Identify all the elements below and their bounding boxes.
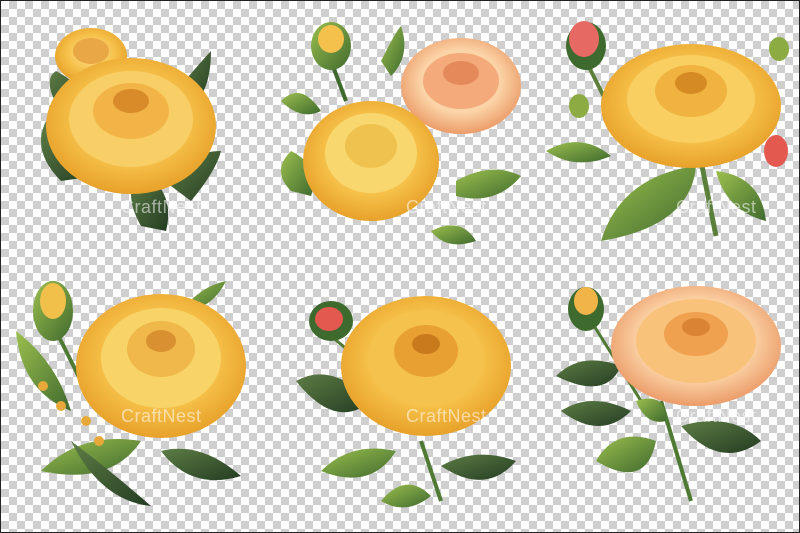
flower-illustration-6: [556, 286, 781, 502]
peony-illustrations: [16, 21, 789, 508]
flower-illustration-1: [41, 28, 221, 231]
flower-illustration-5: [296, 296, 516, 508]
flower-illustration-3: [546, 21, 789, 241]
flower-illustration-4: [16, 281, 246, 506]
clipart-sheet: CraftNest CraftNest CraftNest CraftNest …: [0, 0, 800, 533]
flower-illustration-2: [281, 22, 521, 245]
